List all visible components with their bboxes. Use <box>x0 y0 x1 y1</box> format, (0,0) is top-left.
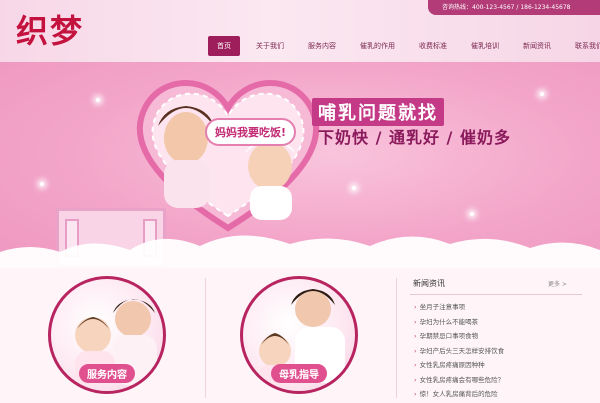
news-item[interactable]: › 女性乳房疼痛会有哪些危险？ <box>414 373 504 388</box>
nav-item-pricing[interactable]: 收费标准 <box>411 36 455 56</box>
service-card-services[interactable]: 服务内容 <box>48 276 166 394</box>
bullet-icon: › <box>414 361 417 369</box>
service-card-label: 母乳指导 <box>271 364 327 383</box>
nav-item-news[interactable]: 新闻资讯 <box>515 36 559 56</box>
bullet-icon: › <box>414 303 417 311</box>
nav-item-effects[interactable]: 催乳的作用 <box>352 36 403 56</box>
bullet-icon: › <box>414 332 417 340</box>
news-list: › 坐月子注意事项 › 孕妇为什么不能喝茶 › 孕期禁忌口事项食物 › 孕妇产后头三天怎… <box>414 300 504 402</box>
news-more-link[interactable]: 更多 > <box>548 279 567 288</box>
news-item[interactable]: › 女性乳房疼痛原因种种 <box>414 358 504 373</box>
nav-item-home[interactable]: 首页 <box>208 36 240 56</box>
nav-item-services[interactable]: 服务内容 <box>300 36 344 56</box>
hotline-badge: 咨询热线：400-123-4567 / 186-1234-45678 <box>428 0 600 15</box>
sparkle-icon <box>352 186 356 190</box>
bullet-icon: › <box>414 375 417 384</box>
nav-item-about[interactable]: 关于我们 <box>248 36 292 56</box>
banner-subline: 下奶快 / 通乳好 / 催奶多 <box>318 128 511 147</box>
nav-item-training[interactable]: 催乳培训 <box>463 36 507 56</box>
service-card-label: 服务内容 <box>79 364 135 383</box>
sparkle-icon <box>40 182 44 186</box>
news-item[interactable]: › 孕期禁忌口事项食物 <box>414 329 504 344</box>
news-item[interactable]: › 孕妇为什么不能喝茶 <box>414 315 504 330</box>
bullet-icon: › <box>414 390 417 398</box>
news-item-title: 女性乳房疼痛原因种种 <box>419 361 485 369</box>
sparkle-icon <box>540 92 544 96</box>
news-item-title: 孕妇产后头三天怎样安排饮食 <box>419 346 505 355</box>
news-item-title: 孕妇为什么不能喝茶 <box>419 317 479 326</box>
column-divider <box>396 278 397 398</box>
news-item[interactable]: › 坐月子注意事项 <box>414 300 504 315</box>
hero-banner[interactable]: 妈妈我要吃饭! 哺乳问题就找 下奶快 / 通乳好 / 催奶多 <box>0 62 600 268</box>
speech-bubble: 妈妈我要吃饭! <box>205 118 297 146</box>
news-item-title: 孕期禁忌口事项食物 <box>419 332 479 340</box>
header: 咨询热线：400-123-4567 / 186-1234-45678 织梦 首页… <box>0 0 600 62</box>
site-logo[interactable]: 织梦 <box>16 14 84 48</box>
column-divider <box>205 278 206 398</box>
nav-item-contact[interactable]: 联系我们 <box>567 36 600 56</box>
news-item[interactable]: › 惊！女人乳房痛背后的危险 <box>414 387 504 402</box>
banner-headline: 哺乳问题就找 <box>312 98 444 126</box>
bullet-icon: › <box>414 346 417 355</box>
news-item-title: 女性乳房疼痛会有哪些危险？ <box>419 375 505 384</box>
news-item-title: 惊！女人乳房痛背后的危险 <box>419 390 498 398</box>
news-section-title: 新闻资讯 <box>413 279 445 288</box>
news-item[interactable]: › 孕妇产后头三天怎样安排饮食 <box>414 344 504 359</box>
service-card-guidance[interactable]: 母乳指导 <box>240 276 358 394</box>
sparkle-icon <box>470 212 474 216</box>
sparkle-icon <box>96 98 100 102</box>
main-nav: 首页 关于我们 服务内容 催乳的作用 收费标准 催乳培训 新闻资讯 联系我们 <box>208 36 600 56</box>
news-item-title: 坐月子注意事项 <box>419 303 466 311</box>
bullet-icon: › <box>414 317 417 326</box>
cloud-decoration <box>0 235 600 268</box>
news-divider <box>410 294 582 295</box>
